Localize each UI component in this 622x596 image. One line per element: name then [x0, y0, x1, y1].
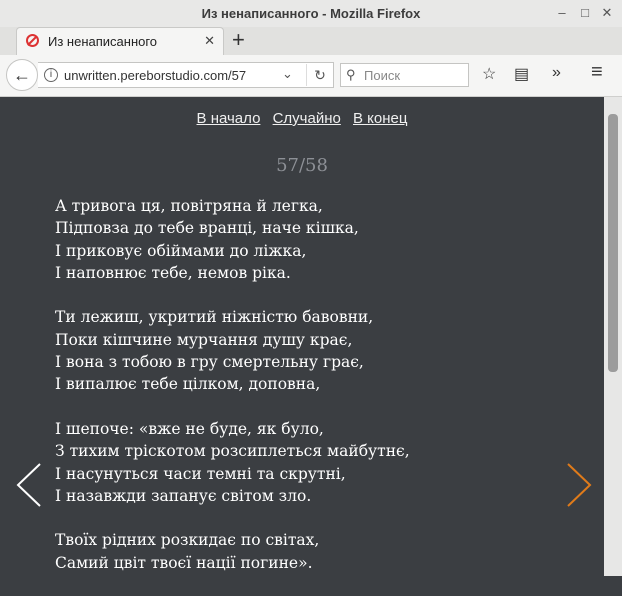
url-bar[interactable]: i unwritten.pereborstudio.com/57 ⌄ ↻ [38, 62, 334, 88]
poem-line: А тривога ця, повітряна й легка, [55, 197, 323, 215]
bookmark-star-icon[interactable]: ☆ [482, 64, 496, 84]
reload-icon[interactable]: ↻ [306, 64, 333, 86]
browser-tab[interactable]: Из ненаписанного ✕ [16, 27, 224, 55]
poem-line: І випалює тебе цілком, доповна, [55, 375, 321, 394]
tab-label: Из ненаписанного [48, 34, 158, 49]
poem-line: І шепоче: «вже не буде, як було, [55, 419, 324, 438]
scrollbar-thumb[interactable] [608, 114, 618, 372]
poem-line: І вона з тобою в гру смертельну грає, [55, 353, 364, 372]
page-navigation: В начало Случайно В конец [0, 110, 604, 127]
maximize-icon[interactable]: □ [576, 4, 594, 22]
hamburger-menu-icon[interactable]: ≡ [591, 61, 603, 84]
search-icon: ⚲ [346, 67, 356, 82]
poem-line: І наповнює тебе, немов ріка. [55, 263, 291, 282]
poem-line: І приковує обіймами до ліжка, [55, 241, 307, 260]
poem-line: Ти лежиш, укритий ніжністю бавовни, [55, 308, 374, 327]
overflow-icon[interactable]: » [552, 64, 561, 82]
site-favicon-icon [26, 34, 39, 47]
new-tab-button[interactable]: + [232, 28, 245, 52]
url-dropdown-icon[interactable]: ⌄ [282, 66, 293, 82]
tab-close-icon[interactable]: ✕ [204, 33, 215, 49]
poem-line: Підповза до тебе вранці, наче кішка, [55, 219, 359, 238]
chevron-left-icon[interactable] [16, 462, 42, 508]
stanza: Ти лежиш, укритий ніжністю бавовни, Поки… [55, 306, 410, 395]
window-title: Из ненаписанного - Mozilla Firefox [201, 6, 421, 21]
chevron-right-icon[interactable] [566, 462, 592, 508]
search-input[interactable]: ⚲ Поиск [340, 63, 469, 87]
poem-text: А тривога ця, повітряна й легка, Підповз… [55, 195, 410, 596]
poem-line: І назавжди запанує світом зло. [55, 486, 312, 505]
poem-line: І насунуться часи темні та скрутні, [55, 464, 346, 483]
poem-line: Самий цвіт твоєї нації погине». [55, 553, 313, 572]
link-start[interactable]: В начало [197, 110, 261, 127]
link-random[interactable]: Случайно [273, 110, 341, 127]
page-counter: 57/58 [276, 155, 328, 176]
back-button[interactable]: ← [6, 59, 38, 91]
link-end[interactable]: В конец [353, 110, 407, 127]
site-info-icon[interactable]: i [44, 68, 58, 82]
close-window-icon[interactable]: ✕ [598, 4, 616, 22]
search-placeholder: Поиск [364, 68, 401, 83]
navigation-toolbar: ← i unwritten.pereborstudio.com/57 ⌄ ↻ ⚲… [0, 55, 622, 97]
poem-line: Поки кішчине мурчання душу крає, [55, 330, 353, 349]
stanza: І шепоче: «вже не буде, як було, З тихим… [55, 418, 410, 507]
scrollbar[interactable] [604, 97, 622, 576]
poem-line: Твоїх рідних розкидає по світах, [55, 531, 320, 550]
stanza: А тривога ця, повітряна й легка, Підповз… [55, 195, 410, 284]
window-titlebar: Из ненаписанного - Mozilla Firefox – □ ✕ [0, 0, 622, 28]
reader-view-icon[interactable]: ▤ [514, 64, 529, 84]
poem-line: З тихим тріскотом розсиплеться майбутнє, [55, 442, 410, 461]
page-content: В начало Случайно В конец 57/58 А тривог… [0, 97, 604, 576]
stanza: Твоїх рідних розкидає по світах, Самий ц… [55, 529, 410, 574]
minimize-icon[interactable]: – [553, 4, 571, 22]
tab-bar: Из ненаписанного ✕ + [0, 27, 622, 55]
url-text[interactable]: unwritten.pereborstudio.com/57 [64, 68, 246, 83]
